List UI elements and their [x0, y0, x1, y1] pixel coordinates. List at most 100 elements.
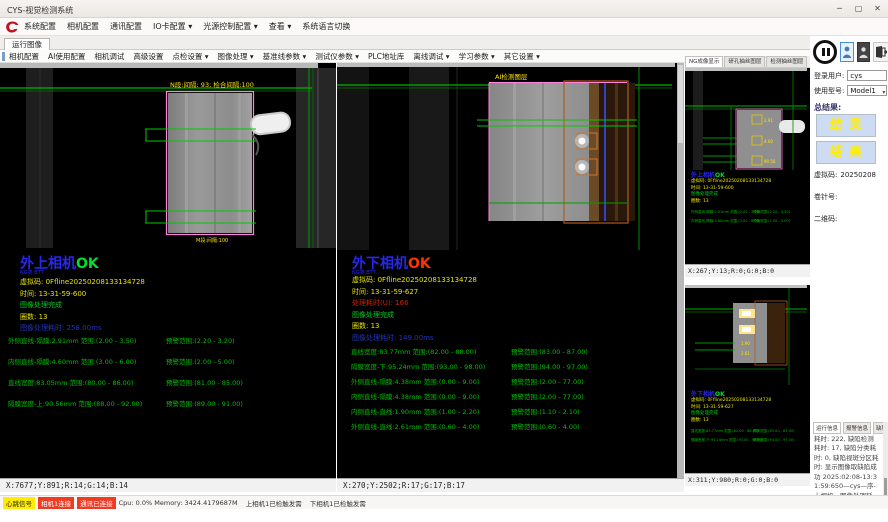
camera-name: 外上相机 [691, 172, 715, 179]
operator-button[interactable] [857, 42, 870, 62]
menu-item-language[interactable]: 系统语言切换 [302, 21, 350, 32]
mini-view-upper[interactable]: 2.91 4.60 90.56 外上相机OK 虚拟码: 0Ffline20250… [685, 68, 810, 277]
tool-image-processing[interactable]: 图像处理 ▾ [218, 51, 254, 62]
time-line: 时间: 13-31-59-600 [20, 289, 145, 301]
window-controls: ─ ▢ ✕ [831, 2, 886, 15]
alert-range: 预警范围:(83.00 - 87.00) [753, 429, 794, 434]
highlight-spot [579, 164, 586, 171]
defect-label: 2.61 [741, 351, 750, 356]
info-scrollbar[interactable] [883, 422, 888, 504]
camera-connected-badge: 相机1连接 [38, 497, 74, 509]
measurement-list: 直线宽度:83.77mm 范围:(82.00 - 88.00) 预警范围:(83… [351, 346, 681, 436]
minimize-button[interactable]: ─ [831, 2, 848, 15]
measurement-row: 隔膜宽度-下:95.24mm 范围:(93.00 - 98.00) 预警范围:(… [351, 361, 681, 376]
menu-item-camera-config[interactable]: 相机配置 [67, 21, 99, 32]
alert-range: 预警范围:(89.00 - 91.00) [166, 398, 243, 408]
mini-measurements: 直线宽度:83.77mm 范围:(82.00 - 88.00)预警范围:(83.… [691, 429, 807, 447]
tool-tester-params[interactable]: 测试仪参数 ▾ [315, 51, 359, 62]
tool-other-settings[interactable]: 其它设置 ▾ [504, 51, 540, 62]
mini-overlay: 外下相机OK 虚拟码: 0Ffline20250208133134728 时间:… [691, 389, 807, 447]
login-user-field[interactable] [847, 70, 887, 81]
tool-offline-debug[interactable]: 离线调试 ▾ [413, 51, 449, 62]
tab-alarm-info[interactable]: 报警信息 [843, 422, 871, 434]
result-status: OK [715, 391, 725, 398]
tool-camera-debug[interactable]: 相机调试 [94, 51, 124, 62]
process-time-line: 图像处理耗时: 258.00ms [20, 323, 145, 335]
user-icon [842, 45, 852, 59]
scrollbar-thumb[interactable] [678, 65, 683, 143]
pause-icon [822, 48, 825, 56]
mini-upper-coordinate-bar: X:267;Y:13;R:0;G:0;B:0 [685, 264, 810, 277]
tab-run-image[interactable]: 运行图像 [4, 38, 50, 50]
segment-annotation: N段:间隔: 93; 检合间隔:100 [170, 80, 254, 89]
tab-handle [779, 120, 805, 133]
tab-run-info[interactable]: 运行信息 [813, 422, 841, 434]
measurement-row: 隔膜宽度-上:90.56mm 范围:(88.00 - 92.00) 预警范围:(… [8, 398, 334, 419]
titlebar: CYS-视觉检测系统 ─ ▢ ✕ [0, 0, 888, 18]
lower-camera-image[interactable]: AI检测图层 [337, 63, 684, 250]
mini-measurements: 外侧直线-隔膜:2.91mm 范围:(2.00 - 3.50)预警范围:(2.2… [691, 210, 807, 228]
alert-range: 预警范围:(2.20 - 3.20) [166, 335, 235, 345]
menu-item-io-config[interactable]: IO卡配置 ▾ [153, 21, 192, 32]
tool-plc-address[interactable]: PLC地址库 [368, 51, 404, 62]
tab-layer-1[interactable]: 研孔抽丝图层 [724, 56, 765, 67]
measurement-list: 外侧直线-隔膜:2.91mm 范围:(2.00 - 3.50) 预警范围:(2.… [8, 335, 334, 419]
upper-camera-image[interactable]: N段:间隔: 93; 检合间隔:100 M段:间隔:100 [0, 63, 336, 248]
close-button[interactable]: ✕ [869, 2, 886, 15]
pause-button[interactable] [813, 40, 837, 64]
mini-view-lower[interactable]: 1.90 2.61 外下相机OK 虚拟码: 0Ffline20250208133… [685, 285, 810, 486]
tab-layer-2[interactable]: 检测抽丝图层 [766, 56, 807, 67]
ai-time-line: 处理耗时(U): 166 [352, 298, 477, 310]
tool-baseline-params[interactable]: 基准线参数 ▾ [263, 51, 307, 62]
tool-advanced-settings[interactable]: 高级设置 [133, 51, 163, 62]
alert-range: 预警范围:(1.10 - 2.10) [511, 406, 580, 416]
measurement-row: 外侧直线-隔膜:2.91mm 范围:(2.00 - 3.50) 预警范围:(2.… [8, 335, 334, 356]
window-title: CYS-视觉检测系统 [7, 5, 73, 16]
measurement-value: 直线宽度:83.05mm 范围:(80.00 - 86.00) [8, 377, 133, 387]
login-label: 登录用户: [814, 71, 844, 81]
menu-item-system-config[interactable]: 系统配置 [24, 21, 56, 32]
mini-upper-image[interactable]: 2.91 4.60 90.56 [685, 68, 810, 170]
menu-item-view[interactable]: 查看 ▾ [269, 21, 292, 32]
menu-item-light-config[interactable]: 光源控制配置 ▾ [203, 21, 258, 32]
measurement-value: 内侧直线-隔膜:4.60mm 范围:(3.00 - 6.00) [691, 219, 760, 224]
total-result-label: 总结果: [814, 102, 841, 113]
tool-spot-check[interactable]: 点检设置 ▾ [172, 51, 208, 62]
ai-layer-annotation: AI检测图层 [495, 72, 528, 81]
measurement-row: 内侧直线-直线:1.90mm 范围:(1.00 - 2.20) 预警范围:(1.… [351, 406, 681, 421]
segment-annotation-2: M段:间隔:100 [196, 237, 228, 244]
result-status: OK [76, 256, 99, 272]
model-select[interactable]: Model1 ▾ [847, 85, 887, 96]
alert-range: 预警范围:(2.00 - 77.00) [511, 376, 584, 386]
info-tabstrip: 运行信息 报警信息 缺陷信息 [813, 422, 888, 434]
comm-connected-badge: 通讯已连接 [77, 497, 116, 509]
user-button[interactable] [840, 42, 854, 62]
upper-trigger-status: 上相机1已检触发需 [246, 498, 302, 508]
lower-camera-view[interactable]: AI检测图层 外下相机OK NG类:BTT 虚拟码: 0Ffline202502… [337, 63, 684, 492]
measurement-value: 直线宽度:83.77mm 范围:(82.00 - 88.00) [691, 429, 759, 434]
mini-lower-image[interactable]: 1.90 2.61 [685, 285, 810, 385]
mini-info-line: 圈数: 13 [691, 199, 807, 206]
exit-button[interactable] [873, 42, 888, 62]
loop-count-line: 圈数: 13 [352, 321, 477, 333]
maximize-button[interactable]: ▢ [850, 2, 867, 15]
tool-camera-config[interactable]: 相机配置 [9, 51, 39, 62]
virtual-code-label: 虚拟码: [814, 170, 837, 180]
operator-icon [859, 46, 868, 59]
measurement-value: 隔膜宽度-下:95.24mm 范围:(93.00 - 98.00) [351, 361, 485, 371]
process-time-line: 图像处理耗时: 149.00ms [352, 333, 477, 345]
measurement-value: 外侧直线-直线:2.61mm 范围:(0.60 - 4.00) [351, 421, 479, 431]
tool-ai-config[interactable]: AI使用配置 [48, 51, 85, 62]
tool-learning-params[interactable]: 学习参数 ▾ [459, 51, 495, 62]
mini-info-line: 圈数: 13 [691, 418, 807, 425]
tab-ng-image[interactable]: NG成像显示 [685, 56, 723, 67]
alert-range: 预警范围:(0.60 - 4.00) [511, 421, 580, 431]
alert-range: 预警范围:(2.00 - 5.00) [753, 219, 790, 224]
sidebar: 登录用户: 使用型号: Model1 ▾ 总结果: 结果 结果 虚拟码: 202… [812, 36, 888, 510]
mini-view-tabstrip: NG成像显示 研孔抽丝图层 检测抽丝图层 [685, 56, 810, 68]
cpu-memory-status: Cpu: 0.0% Memory: 3424.4179687M [119, 499, 238, 507]
model-row: 使用型号: Model1 ▾ [814, 85, 887, 96]
upper-camera-view[interactable]: N段:间隔: 93; 检合间隔:100 M段:间隔:100 外上相机OK NG类… [0, 63, 336, 492]
measurement-row: 外侧直线-隔膜:4.38mm 范围:(0.00 - 9.00) 预警范围:(2.… [351, 376, 681, 391]
menu-item-comm-config[interactable]: 通讯配置 [110, 21, 142, 32]
